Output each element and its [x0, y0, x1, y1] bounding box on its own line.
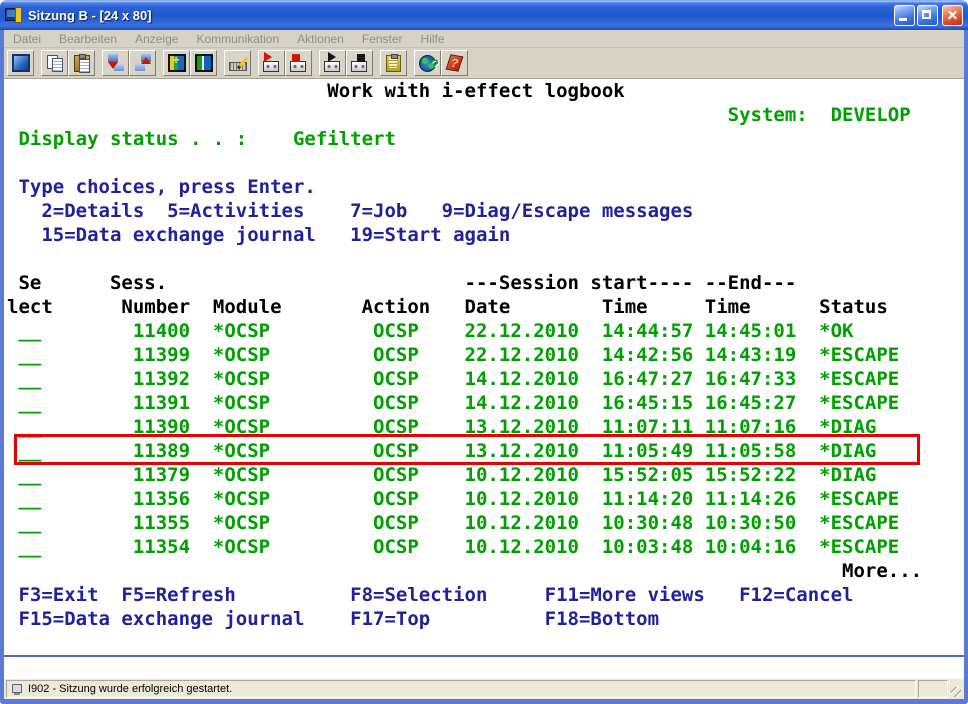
session-row-11400: __ 11400 *OCSP OCSP 22.12.2010 14:44:57 …: [4, 319, 964, 343]
session-row-11399: __ 11399 *OCSP OCSP 22.12.2010 14:42:56 …: [4, 343, 964, 367]
stop-record-macro-icon: [290, 54, 308, 72]
app-icon-screen: [7, 10, 15, 17]
toolbar-group: [163, 50, 217, 76]
toolbar-group: [258, 50, 312, 76]
session-row-11390: __ 11390 *OCSP OCSP 13.12.2010 11:07:11 …: [4, 415, 964, 439]
copy-icon: [46, 54, 64, 72]
terminal-line-22: F3=Exit F5=Refresh F8=Selection F11=More…: [4, 583, 964, 607]
session-row-11355: __ 11355 *OCSP OCSP 10.12.2010 10:30:48 …: [4, 511, 964, 535]
minimize-button[interactable]: [894, 5, 915, 26]
menu-item-aktionen[interactable]: Aktionen: [288, 32, 353, 46]
terminal-line-9: Se Sess. ---Session start---- --End---: [4, 271, 964, 295]
titlebar[interactable]: Sitzung B - [24 x 80]: [0, 0, 968, 30]
keyboard-setup-icon: [229, 62, 247, 71]
receive-file-button[interactable]: [129, 50, 156, 76]
help-icon: [446, 54, 464, 72]
color-setup-button[interactable]: [190, 50, 217, 76]
session-row-11379: __ 11379 *OCSP OCSP 10.12.2010 15:52:05 …: [4, 463, 964, 487]
maximize-button[interactable]: [917, 5, 938, 26]
copy-button[interactable]: [41, 50, 68, 76]
keyboard-setup-button[interactable]: [224, 50, 251, 76]
toolbar-group: [41, 50, 95, 76]
menubar: DateiBearbeitenAnzeigeKommunikationAktio…: [4, 30, 964, 48]
stop-macro-icon: [351, 54, 369, 72]
stop-record-macro-button[interactable]: [285, 50, 312, 76]
start-record-macro-icon: [263, 54, 281, 72]
play-macro-icon: [324, 54, 342, 72]
session-row-11356: __ 11356 *OCSP OCSP 10.12.2010 11:14:20 …: [4, 487, 964, 511]
session-row-11391: __ 11391 *OCSP OCSP 14.12.2010 16:45:15 …: [4, 391, 964, 415]
session-row-11389: __ 11389 *OCSP OCSP 13.12.2010 11:05:49 …: [4, 439, 964, 463]
window-body: DateiBearbeitenAnzeigeKommunikationAktio…: [4, 30, 964, 699]
terminal-line-7: 15=Data exchange journal 19=Start again: [4, 223, 964, 247]
emulator-window: Sitzung B - [24 x 80] DateiBearbeitenAnz…: [0, 0, 968, 704]
terminal-line-4: [4, 151, 964, 175]
terminal-line-8: [4, 247, 964, 271]
terminal-line-24: [4, 631, 964, 655]
toolbar-group: [319, 50, 373, 76]
toolbar-group: [414, 50, 468, 76]
terminal-screen[interactable]: Work with i-effect logbook System: DEVEL…: [4, 79, 964, 655]
oia-row: [4, 657, 964, 679]
menu-item-hilfe[interactable]: Hilfe: [412, 32, 454, 46]
window-controls: [894, 5, 963, 26]
send-file-button[interactable]: [102, 50, 129, 76]
status-message: I902 - Sitzung wurde erfolgreich gestart…: [28, 683, 232, 695]
close-button[interactable]: [942, 5, 963, 26]
web-help-icon: [419, 55, 436, 72]
session-icon: [12, 54, 30, 72]
toolbar-group: [380, 50, 407, 76]
stop-macro-button[interactable]: [346, 50, 373, 76]
send-file-icon: [107, 54, 125, 72]
display-setup-button[interactable]: [163, 50, 190, 76]
paste-button[interactable]: [68, 50, 95, 76]
statusbar-message-panel: I902 - Sitzung wurde erfolgreich gestart…: [6, 680, 916, 698]
terminal-line-23: F15=Data exchange journal F17=Top F18=Bo…: [4, 607, 964, 631]
toolbar: [4, 48, 964, 79]
terminal-line-3: Display status . . : Gefiltert: [4, 127, 964, 151]
session-button[interactable]: [7, 50, 34, 76]
toolbar-group: [7, 50, 34, 76]
statusbar-side-panel: [918, 680, 948, 698]
play-macro-button[interactable]: [319, 50, 346, 76]
toolbar-group: [224, 50, 251, 76]
receive-file-icon: [134, 54, 152, 72]
clipboard-button[interactable]: [380, 50, 407, 76]
clipboard-icon: [386, 55, 401, 72]
help-button[interactable]: [441, 50, 468, 76]
web-help-button[interactable]: [414, 50, 441, 76]
menu-item-fenster[interactable]: Fenster: [353, 32, 412, 46]
resize-grip[interactable]: [950, 680, 962, 698]
connection-status-icon: [11, 683, 23, 695]
toolbar-group: [102, 50, 156, 76]
start-record-macro-button[interactable]: [258, 50, 285, 76]
menu-item-anzeige[interactable]: Anzeige: [126, 32, 187, 46]
session-row-11354: __ 11354 *OCSP OCSP 10.12.2010 10:03:48 …: [4, 535, 964, 559]
app-icon[interactable]: [5, 6, 23, 24]
color-setup-icon: [195, 54, 213, 72]
session-row-11392: __ 11392 *OCSP OCSP 14.12.2010 16:47:27 …: [4, 367, 964, 391]
menu-item-datei[interactable]: Datei: [4, 32, 50, 46]
terminal-line-21: More...: [4, 559, 964, 583]
terminal-line-2: System: DEVELOP: [4, 103, 964, 127]
statusbar: I902 - Sitzung wurde erfolgreich gestart…: [4, 679, 964, 699]
display-setup-icon: [168, 54, 186, 72]
terminal-line-6: 2=Details 5=Activities 7=Job 9=Diag/Esca…: [4, 199, 964, 223]
menu-item-bearbeiten[interactable]: Bearbeiten: [50, 32, 126, 46]
paste-icon: [74, 55, 90, 72]
window-title: Sitzung B - [24 x 80]: [28, 8, 894, 23]
terminal-line-10: lect Number Module Action Date Time Time…: [4, 295, 964, 319]
terminal-line-5: Type choices, press Enter.: [4, 175, 964, 199]
terminal-line-1: Work with i-effect logbook: [4, 79, 964, 103]
app-icon-plug: [15, 7, 22, 23]
menu-item-kommunikation[interactable]: Kommunikation: [187, 32, 288, 46]
